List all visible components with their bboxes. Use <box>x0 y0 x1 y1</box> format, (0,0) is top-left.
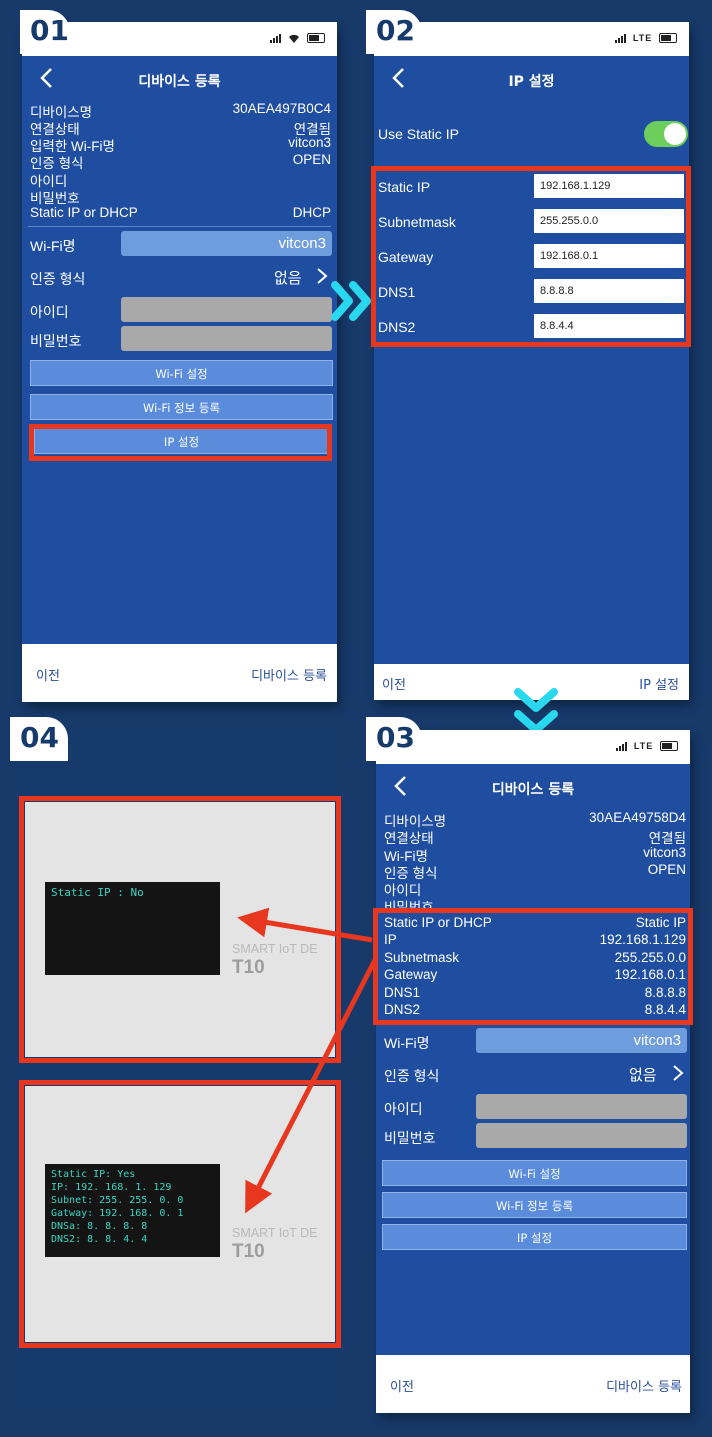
arrow-to-top-device <box>237 907 373 943</box>
red-arrows <box>237 907 378 1214</box>
arrow-to-bottom-device <box>245 958 378 1214</box>
